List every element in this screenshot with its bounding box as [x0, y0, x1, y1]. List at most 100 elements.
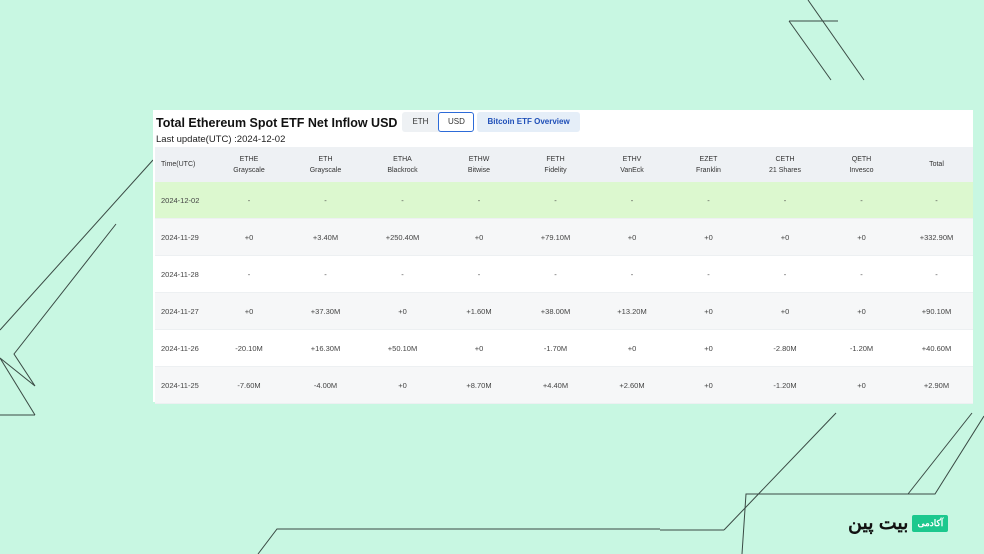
column-header-ethw: ETHW Bitwise: [441, 147, 517, 182]
toggle-usd-button[interactable]: USD: [438, 112, 475, 132]
column-ticker: FETH: [546, 155, 565, 163]
table-body: 2024-12-02- - - - - - - - - -2024-11-29 +0 +3.40M +2…: [155, 182, 973, 404]
column-issuer: 21 Shares: [769, 166, 801, 174]
flow-cell: +0: [594, 329, 670, 367]
flow-cell: -: [594, 182, 670, 219]
column-issuer: Grayscale: [309, 166, 342, 174]
flow-cell: -: [211, 255, 287, 293]
column-header-etha: ETHA Blackrock: [364, 147, 441, 182]
flow-cell: +0: [823, 366, 900, 404]
flow-cell: +0: [670, 366, 747, 404]
etf-flow-table: Time(UTC) ETHE Grayscale ETH Grayscale ETHA Bl…: [155, 147, 973, 404]
flow-cell: +37.30M: [287, 292, 364, 330]
column-issuer: Bitwise: [467, 166, 491, 174]
column-ticker: EZET: [699, 155, 718, 163]
column-ticker: ETHW: [468, 155, 490, 163]
row-date: 2024-11-28: [155, 255, 211, 293]
column-ticker: CETH: [775, 155, 795, 163]
table-row: 2024-11-28- - - - - - - - - -: [155, 255, 973, 293]
table-row: 2024-11-29 +0 +3.40M +250.40M +0 +79.10M +0 +0 +…: [155, 218, 973, 256]
column-issuer: Invesco: [849, 166, 874, 174]
row-date: 2024-11-25: [155, 366, 211, 404]
column-issuer: Fidelity: [544, 166, 567, 174]
flow-cell: -1.20M: [747, 366, 823, 404]
row-date: 2024-11-26: [155, 329, 211, 367]
flow-cell: +0: [441, 218, 517, 256]
column-ticker: Total: [929, 161, 944, 168]
flow-cell: +38.00M: [517, 292, 594, 330]
flow-cell: -: [747, 182, 823, 219]
flow-cell: -2.80M: [747, 329, 823, 367]
flow-cell: +4.40M: [517, 366, 594, 404]
flow-cell: +250.40M: [364, 218, 441, 256]
flow-cell: -: [441, 255, 517, 293]
flow-cell: -4.00M: [287, 366, 364, 404]
flow-cell: +0: [211, 292, 287, 330]
flow-cell: -: [900, 255, 973, 293]
flow-cell: -: [670, 182, 747, 219]
flow-cell: +1.60M: [441, 292, 517, 330]
flow-cell: -: [670, 255, 747, 293]
flow-cell: +0: [670, 292, 747, 330]
flow-cell: -1.70M: [517, 329, 594, 367]
flow-cell: -: [287, 182, 364, 219]
etf-flow-panel: Total Ethereum Spot ETF Net Inflow USD E…: [153, 110, 973, 404]
flow-cell: -7.60M: [211, 366, 287, 404]
table-row: 2024-12-02- - - - - - - - - -: [155, 182, 973, 219]
flow-cell: +13.20M: [594, 292, 670, 330]
bitcoin-etf-overview-button[interactable]: Bitcoin ETF Overview: [477, 112, 580, 132]
column-header-time: Time(UTC): [155, 147, 211, 182]
column-issuer: Grayscale: [233, 166, 265, 174]
flow-cell: +79.10M: [517, 218, 594, 256]
flow-cell: +16.30M: [287, 329, 364, 367]
flow-cell: +2.90M: [900, 366, 973, 404]
flow-cell: -: [211, 182, 287, 219]
flow-cell: +0: [747, 292, 823, 330]
column-issuer: VanEck: [620, 166, 644, 174]
flow-cell: -20.10M: [211, 329, 287, 367]
column-ticker: ETH: [318, 155, 333, 163]
column-header-ethv: ETHV VanEck: [594, 147, 670, 182]
flow-cell: -: [594, 255, 670, 293]
flow-cell: +3.40M: [287, 218, 364, 256]
column-header-qeth: QETH Invesco: [823, 147, 900, 182]
flow-cell: +0: [594, 218, 670, 256]
flow-cell: +0: [823, 218, 900, 256]
column-ticker: ETHE: [239, 155, 259, 163]
flow-cell: +0: [670, 218, 747, 256]
panel-header: Total Ethereum Spot ETF Net Inflow USD E…: [156, 110, 580, 132]
column-ticker: QETH: [851, 155, 872, 163]
toggle-eth-button[interactable]: ETH: [402, 112, 438, 132]
flow-cell: -1.20M: [823, 329, 900, 367]
column-header-eth: ETH Grayscale: [287, 147, 364, 182]
flow-cell: -: [364, 182, 441, 219]
row-date: 2024-11-29: [155, 218, 211, 256]
flow-cell: +0: [747, 218, 823, 256]
row-date: 2024-12-02: [155, 182, 211, 219]
brand-wordmark: بیت پین: [848, 513, 909, 534]
flow-cell: -: [747, 255, 823, 293]
column-ticker: Time(UTC): [161, 161, 196, 168]
flow-cell: -: [517, 255, 594, 293]
column-header-ceth: CETH 21 Shares: [747, 147, 823, 182]
flow-cell: +0: [211, 218, 287, 256]
column-issuer: Franklin: [696, 166, 721, 174]
flow-cell: +332.90M: [900, 218, 973, 256]
column-ticker: ETHA: [393, 155, 412, 163]
flow-cell: -: [823, 255, 900, 293]
flow-cell: -: [900, 182, 973, 219]
flow-cell: +0: [364, 292, 441, 330]
page-title: Total Ethereum Spot ETF Net Inflow USD: [156, 115, 398, 130]
table-row: 2024-11-25 -7.60M -4.00M +0 +8.70M +4.40M +2.6…: [155, 366, 973, 404]
column-header-ezet: EZET Franklin: [670, 147, 747, 182]
table-header-row: Time(UTC) ETHE Grayscale ETH Grayscale ETHA Bl…: [155, 147, 973, 182]
flow-cell: -: [823, 182, 900, 219]
flow-cell: +50.10M: [364, 329, 441, 367]
flow-cell: -: [364, 255, 441, 293]
brand-logo: بیت پین آکادمی: [848, 512, 949, 535]
unit-toggle: ETH USD: [402, 112, 475, 132]
flow-cell: +90.10M: [900, 292, 973, 330]
flow-cell: -: [287, 255, 364, 293]
last-update-text: Last update(UTC) :2024-12-02: [156, 134, 286, 145]
table-row: 2024-11-27 +0 +37.30M +0 +1.60M +38.00M +13.20…: [155, 292, 973, 330]
